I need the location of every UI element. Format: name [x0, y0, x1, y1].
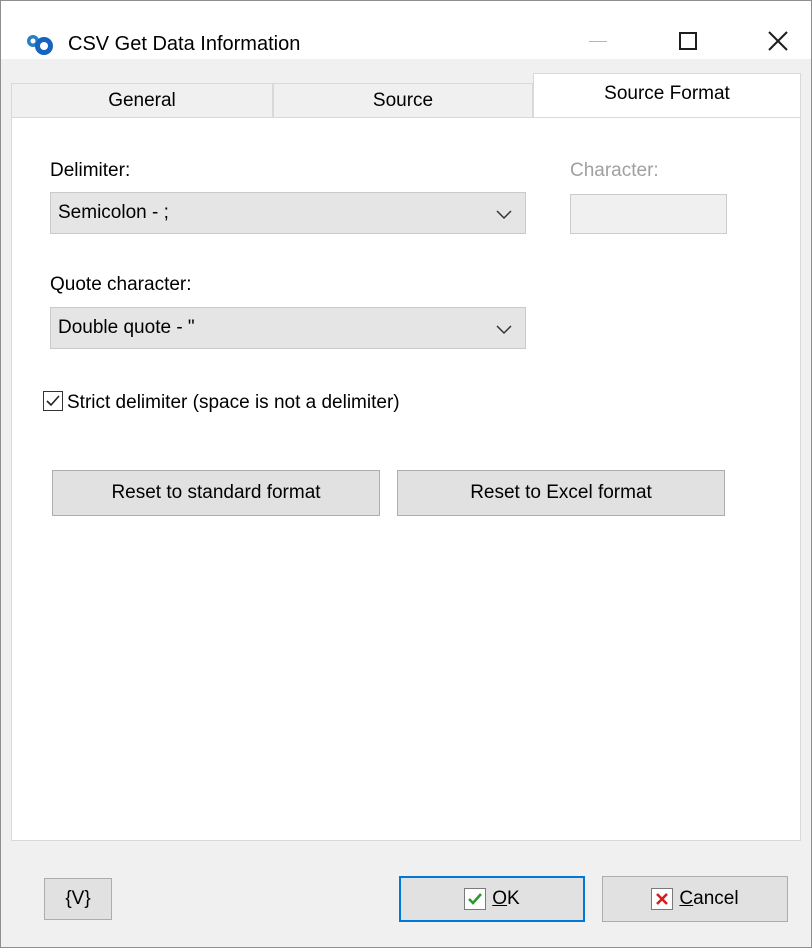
app-icon	[23, 29, 57, 59]
tab-source-label: Source	[372, 89, 434, 111]
delimiter-value: Semicolon - ;	[58, 202, 169, 223]
quote-character-label: Quote character:	[50, 274, 192, 295]
quote-character-select[interactable]: Double quote - "	[50, 307, 526, 349]
minimize-icon	[589, 40, 607, 42]
ok-mnemonic: O	[492, 888, 508, 909]
chevron-down-icon	[496, 210, 512, 220]
chevron-down-icon	[496, 325, 512, 335]
cancel-button[interactable]: Cancel	[602, 876, 788, 922]
tab-source[interactable]: Source	[273, 83, 533, 117]
quote-character-value: Double quote - "	[58, 317, 195, 338]
close-icon	[768, 31, 788, 51]
ok-label: OK	[492, 888, 519, 910]
delimiter-label: Delimiter:	[50, 160, 131, 181]
variables-button[interactable]: {V}	[44, 878, 112, 920]
source-format-page: Delimiter: Character: Semicolon - ; Quot…	[11, 117, 801, 841]
cancel-x-icon	[651, 888, 674, 910]
cancel-label-rest: ancel	[693, 888, 739, 909]
strict-delimiter-label[interactable]: Strict delimiter (space is not a delimit…	[67, 392, 400, 414]
title-bar: CSV Get Data Information	[1, 1, 811, 59]
ok-button[interactable]: OK	[399, 876, 585, 922]
button-panel: {V} OK Cancel	[1, 841, 811, 947]
close-button[interactable]	[755, 23, 801, 59]
tab-source-format-label: Source Format	[604, 82, 730, 104]
character-label: Character:	[570, 160, 659, 181]
window-title: CSV Get Data Information	[68, 33, 301, 55]
checkmark-icon	[46, 395, 60, 407]
ok-label-rest: K	[507, 888, 520, 909]
reset-excel-label: Reset to Excel format	[470, 482, 652, 503]
strict-delimiter-checkbox[interactable]	[43, 391, 63, 411]
delimiter-select[interactable]: Semicolon - ;	[50, 192, 526, 234]
maximize-button[interactable]	[665, 23, 711, 59]
cancel-label: Cancel	[679, 888, 738, 910]
dialog-window: CSV Get Data Information General Source …	[0, 0, 812, 948]
tab-general[interactable]: General	[11, 83, 273, 117]
minimize-button[interactable]	[575, 23, 621, 59]
maximize-icon	[679, 32, 697, 50]
reset-standard-label: Reset to standard format	[111, 482, 321, 503]
tab-general-label: General	[108, 89, 176, 111]
ok-check-icon	[464, 888, 487, 910]
character-input[interactable]	[570, 194, 727, 234]
cancel-mnemonic: C	[679, 888, 694, 909]
variables-label: {V}	[65, 888, 91, 909]
tab-source-format[interactable]: Source Format	[533, 73, 801, 117]
reset-excel-button[interactable]: Reset to Excel format	[397, 470, 725, 516]
reset-standard-button[interactable]: Reset to standard format	[52, 470, 380, 516]
tab-strip: General Source Source Format	[11, 73, 801, 117]
